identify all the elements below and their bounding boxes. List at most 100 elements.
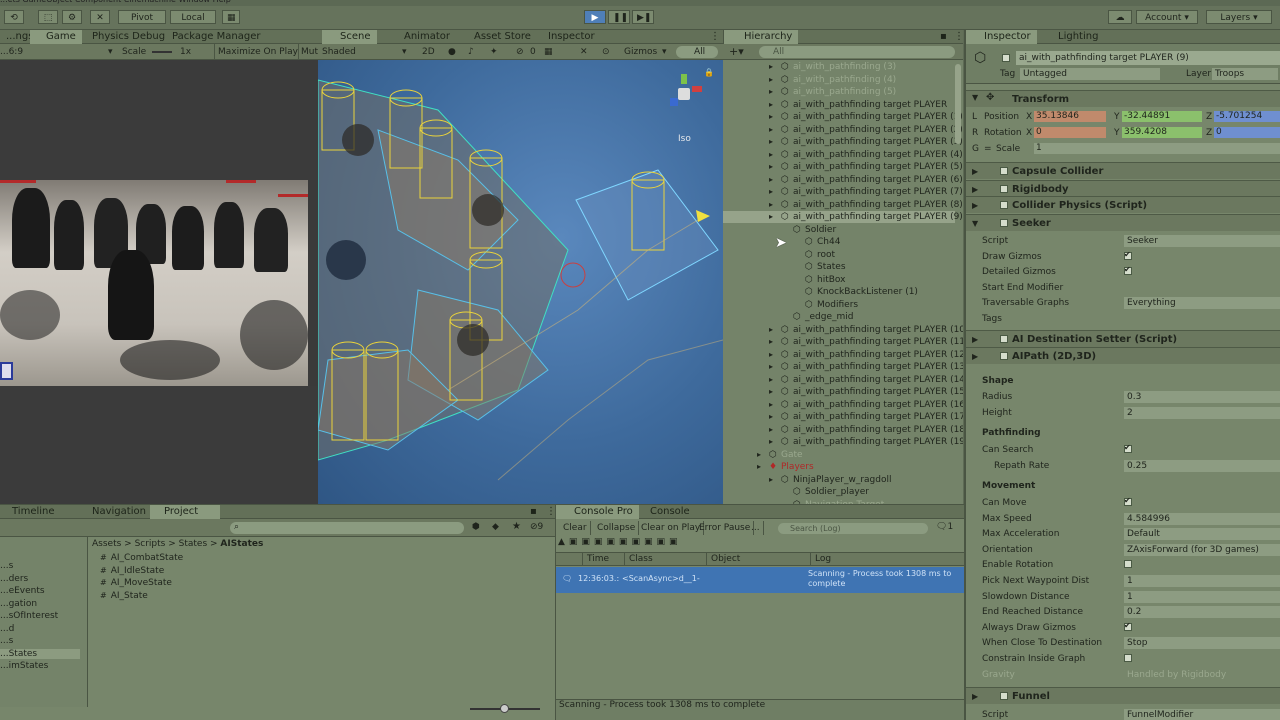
folder-tree-item[interactable]: ...eEvents — [0, 586, 80, 596]
tab-console-pro[interactable]: Console Pro — [556, 505, 639, 519]
audio-toggle-icon[interactable]: ♪ — [468, 44, 474, 60]
folder-tree-item[interactable]: ...sOfInterest — [0, 611, 80, 621]
fold-arrow-icon[interactable]: ▸ — [769, 386, 773, 398]
tab-asset-store[interactable]: Asset Store — [468, 30, 537, 44]
console-button[interactable]: Error Pause — [696, 521, 755, 535]
favorite-icon[interactable]: ★ — [512, 521, 521, 532]
fold-arrow-icon[interactable]: ▸ — [769, 124, 773, 136]
pivot-button[interactable]: Pivot — [118, 10, 166, 24]
tab-hierarchy[interactable]: Hierarchy — [724, 30, 799, 44]
tab-game[interactable]: Game — [30, 30, 82, 44]
hierarchy-item[interactable]: ▸ ⬡ ai_with_pathfinding target PLAYER (16 — [723, 399, 963, 411]
component-enabled-checkbox[interactable] — [1000, 185, 1008, 193]
rotation-z-field[interactable]: 0 — [1214, 127, 1280, 138]
tab-lighting[interactable]: Lighting — [1042, 30, 1104, 44]
hierarchy-item[interactable]: ▸ ⬡ ai_with_pathfinding target PLAYER (17 — [723, 411, 963, 423]
fold-arrow-icon[interactable]: ▸ — [769, 374, 773, 386]
property-value[interactable]: 0.25 — [1124, 459, 1280, 472]
camera-icon[interactable]: ⊙ — [602, 44, 610, 60]
fold-arrow-icon[interactable]: ▸ — [769, 61, 773, 73]
console-column[interactable]: Object — [706, 553, 740, 566]
active-checkbox[interactable] — [1002, 54, 1010, 62]
property-value[interactable]: 1 — [1124, 575, 1280, 587]
log-count-badge[interactable]: 🗨1 — [936, 522, 953, 532]
filter-label-icon[interactable]: ◆ — [492, 522, 499, 532]
hierarchy-item[interactable]: ▸ ⬡ ai_with_pathfinding (5) — [723, 86, 955, 98]
tab-timeline[interactable]: Timeline — [0, 505, 61, 519]
fold-arrow-icon[interactable]: ▸ — [769, 149, 773, 161]
file-item[interactable]: # AI_IdleState — [100, 566, 164, 576]
console-filter-icons[interactable]: ▲▣▣▣▣▣▣▣▣▣ — [558, 537, 718, 549]
hierarchy-item[interactable]: ▸ ⬡ ai_with_pathfinding target PLAYER (15 — [723, 386, 963, 398]
hierarchy-item[interactable]: ⬡ Soldier — [723, 224, 955, 236]
hierarchy-item[interactable]: ▸ ⬡ ai_with_pathfinding target PLAYER (13 — [723, 361, 963, 373]
fold-arrow-icon[interactable]: ▸ — [769, 211, 773, 223]
hierarchy-item[interactable]: ▸ ⬡ ai_with_pathfinding target PLAYER (19 — [723, 436, 963, 448]
hierarchy-item[interactable]: ▸ ⬡ ai_with_pathfinding target PLAYER (18 — [723, 424, 963, 436]
gizmos-chevron-icon[interactable]: ▾ — [662, 44, 667, 60]
scene-menu-icon[interactable]: ⋮ — [704, 30, 723, 44]
shading-chevron-icon[interactable]: ▾ — [402, 44, 407, 60]
fold-arrow-icon[interactable]: ▸ — [769, 136, 773, 148]
fold-arrow-icon[interactable]: ▸ — [769, 74, 773, 86]
fold-arrow-icon[interactable]: ▸ — [769, 324, 773, 336]
tab-inspector[interactable]: Inspector — [966, 30, 1037, 44]
hierarchy-item[interactable]: ▸ ⬡ ai_with_pathfinding target PLAYER (4) — [723, 149, 963, 161]
fold-arrow-icon[interactable]: ▸ — [769, 436, 773, 448]
fold-arrow-icon[interactable]: ▸ — [769, 111, 773, 123]
fold-arrow-icon[interactable]: ▸ — [769, 86, 773, 98]
hidden-objects-icon[interactable]: ⊘ — [516, 44, 524, 60]
fold-arrow-icon[interactable]: ▸ — [769, 411, 773, 423]
file-item[interactable]: # AI_CombatState — [100, 553, 183, 563]
component-enabled-checkbox[interactable] — [1000, 201, 1008, 209]
fold-arrow-icon[interactable]: ▸ — [769, 161, 773, 173]
console-column[interactable]: Time — [582, 553, 609, 566]
fold-arrow-icon[interactable]: ▶ — [972, 688, 978, 705]
component-header[interactable]: ▶ Capsule Collider — [966, 162, 1280, 179]
hierarchy-scrollbar[interactable] — [955, 64, 961, 144]
mute-toggle[interactable]: Mut... — [298, 44, 318, 60]
move-tool-button[interactable]: ⬚ — [38, 10, 58, 24]
fold-arrow-icon[interactable]: ▸ — [769, 99, 773, 111]
hierarchy-item[interactable]: ▸ ⬡ ai_with_pathfinding target PLAYER (8) — [723, 199, 963, 211]
hierarchy-item[interactable]: ▸ ⬡ ai_with_pathfinding target PLAYER (1) — [723, 111, 963, 123]
console-button[interactable]: Collapse — [594, 521, 640, 535]
scale-link-icon[interactable]: = — [984, 144, 992, 154]
scene-gizmo[interactable] — [662, 72, 706, 116]
component-header[interactable]: ▼ Seeker — [966, 214, 1280, 231]
component-header[interactable]: ▶ AIPath (2D,3D) — [966, 347, 1280, 364]
hierarchy-item[interactable]: ▸ ⬡ ai_with_pathfinding target PLAYER (11 — [723, 336, 963, 348]
fold-arrow-icon[interactable]: ▼ — [972, 215, 978, 232]
fold-arrow-icon[interactable]: ▸ — [769, 199, 773, 211]
hierarchy-item[interactable]: ▸ ⬡ ai_with_pathfinding target PLAYER (3) — [723, 136, 963, 148]
tab-physics-debug[interactable]: Physics Debug — [86, 30, 171, 44]
projection-label[interactable]: Iso — [678, 134, 691, 144]
scale-slider[interactable] — [152, 51, 172, 53]
file-item[interactable]: # AI_State — [100, 591, 148, 601]
tag-dropdown[interactable]: Untagged — [1020, 68, 1160, 80]
layers-dropdown[interactable]: Layers ▾ — [1206, 10, 1272, 24]
tab-inspector-2[interactable]: Inspector — [542, 30, 601, 44]
cloud-button[interactable]: ☁ — [1108, 10, 1132, 24]
hierarchy-item[interactable]: ▸ ⬡ ai_with_pathfinding target PLAYER (2) — [723, 124, 963, 136]
create-button[interactable]: +▾ — [729, 45, 744, 58]
hierarchy-item[interactable]: ▸ ⬡ NinjaPlayer_w_ragdoll — [723, 474, 955, 486]
rotation-y-field[interactable]: 359.4208 — [1122, 127, 1202, 138]
property-value[interactable]: 0.3 — [1124, 391, 1280, 403]
transform-fold-icon[interactable]: ▼ — [972, 93, 978, 102]
file-item[interactable]: # AI_MoveState — [100, 578, 172, 588]
transform-tool-button[interactable]: ✕ — [90, 10, 110, 24]
tools-icon[interactable]: ✕ — [580, 44, 588, 60]
position-x-field[interactable]: 35.13846 — [1034, 111, 1106, 122]
hierarchy-item[interactable]: ▸ ⬡ ai_with_pathfinding target PLAYER (9) — [723, 211, 963, 223]
component-header[interactable]: ▶ Collider Physics (Script) — [966, 196, 1280, 213]
console-button[interactable]: Clear on Play — [638, 521, 705, 535]
fold-arrow-icon[interactable]: ▶ — [972, 331, 978, 348]
fold-arrow-icon[interactable]: ▸ — [769, 424, 773, 436]
folder-tree-item[interactable]: ...ders — [0, 574, 80, 584]
console-column[interactable]: Log — [810, 553, 831, 566]
hierarchy-search[interactable]: All — [759, 46, 955, 58]
game-render-view[interactable] — [0, 180, 308, 386]
component-enabled-checkbox[interactable] — [1000, 219, 1008, 227]
hierarchy-item[interactable]: ▸ ⬡ ai_with_pathfinding target PLAYER (6) — [723, 174, 963, 186]
